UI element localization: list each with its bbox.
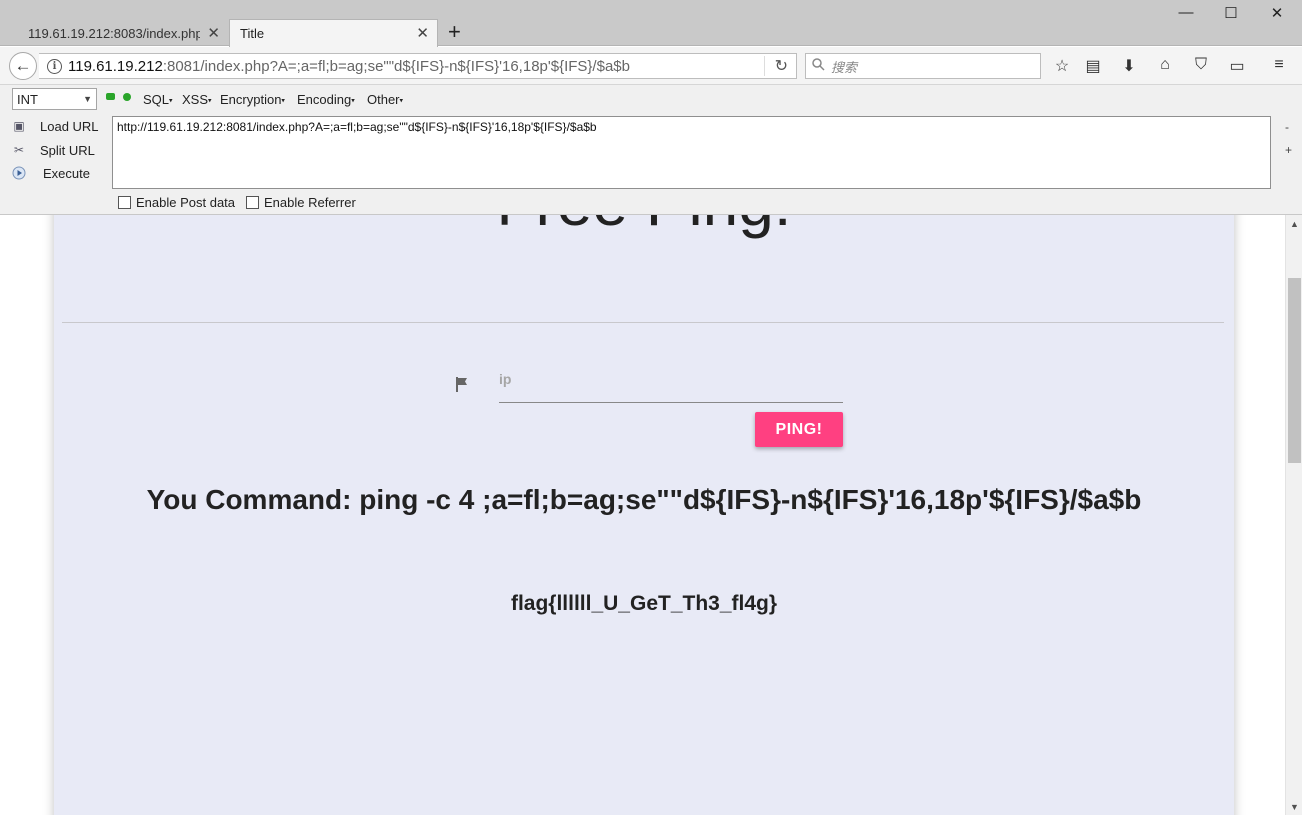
tab-strip: 119.61.19.212:8083/index.php ✕ Title ✕ +… [0,0,1302,47]
star-icon[interactable]: ☆ [1051,56,1073,76]
execute-label: Execute [43,165,90,181]
tab-close-icon[interactable]: ✕ [207,24,220,42]
search-placeholder: 搜索 [831,59,858,75]
close-window-button[interactable]: ✕ [1267,4,1287,22]
split-url-button[interactable]: ✂ Split URL [10,140,95,160]
enable-post-data-checkbox[interactable]: Enable Post data [118,195,235,210]
search-input[interactable]: 搜索 [805,53,1041,79]
split-url-label: Split URL [40,142,95,158]
type-select-value: INT [17,91,38,107]
menu-sql[interactable]: SQL▾ [143,92,173,107]
new-tab-button[interactable]: + [448,20,461,44]
menu-xss[interactable]: XSS▾ [182,92,212,107]
menu-other[interactable]: Other▾ [367,92,403,107]
hackbar-url-textarea[interactable]: http://119.61.19.212:8081/index.php?A=;a… [112,116,1271,189]
decrease-icon[interactable] [106,93,115,100]
increase-icon[interactable] [123,93,131,101]
home-icon[interactable]: ⌂ [1154,56,1176,74]
type-select[interactable]: INT ▼ [12,88,97,110]
tab-close-icon[interactable]: ✕ [416,24,429,42]
page-viewport: Free Ping! ip PING! You Command: ping -c… [0,215,1285,815]
load-url-button[interactable]: ▣ Load URL [10,116,99,136]
play-icon [10,165,28,181]
menu-label: Encryption [220,92,282,107]
tab-label: Title [240,26,265,41]
flag-output: flag{llllll_U_GeT_Th3_fl4g} [510,592,778,615]
scissors-icon: ✂ [13,143,25,157]
checkbox-label: Enable Referrer [264,195,356,210]
shrink-button[interactable]: - [1285,120,1289,134]
page-title: Free Ping! [54,215,1234,240]
vertical-scrollbar[interactable]: ▲ ▼ [1285,215,1302,815]
tab-label: 119.61.19.212:8083/index.php [28,25,200,41]
navigation-toolbar: ← i 119.61.19.212 :8081/index.php?A=;a=f… [0,47,1302,85]
search-icon [812,58,825,74]
menu-label: XSS [182,92,209,107]
content-card: Free Ping! ip PING! You Command: ping -c… [54,215,1234,815]
tab-title[interactable]: Title ✕ [229,19,438,47]
url-path: :8081/index.php?A=;a=fl;b=ag;se""d${IFS}… [162,57,630,75]
menu-label: Encoding [297,92,352,107]
minimize-button[interactable]: — [1176,4,1196,21]
scroll-thumb[interactable] [1288,278,1301,463]
pocket-icon[interactable]: ⛉ [1190,56,1212,74]
ip-label: ip [499,371,512,387]
address-bar[interactable]: i 119.61.19.212 :8081/index.php?A=;a=fl;… [39,53,797,79]
flag-icon [454,376,470,392]
menu-icon[interactable]: ≡ [1268,56,1290,74]
reload-icon[interactable]: ↻ [763,56,788,76]
ping-button[interactable]: PING! [755,412,843,447]
load-url-icon: ▣ [13,119,25,133]
back-arrow-icon: ← [14,56,32,75]
monitor-icon[interactable]: ▭ [1226,56,1248,76]
checkbox-label: Enable Post data [136,195,236,210]
load-url-label: Load URL [40,118,99,134]
menu-label: SQL [143,92,170,107]
scroll-up-icon[interactable]: ▲ [1286,215,1302,232]
execute-button[interactable]: Execute [10,163,90,183]
scroll-down-icon[interactable]: ▼ [1286,798,1302,815]
menu-label: Other [367,92,400,107]
menu-encoding[interactable]: Encoding▾ [297,92,355,107]
reading-list-icon[interactable]: ▤ [1082,56,1104,76]
command-output: You Command: ping -c 4 ;a=fl;b=ag;se""d$… [146,484,1142,515]
tab-index-php[interactable]: 119.61.19.212:8083/index.php ✕ [18,20,228,46]
hackbar-panel: INT ▼ SQL▾ XSS▾ Encryption▾ Encoding▾ Ot… [0,85,1302,215]
back-button[interactable]: ← [9,52,37,80]
chevron-down-icon: ▼ [83,94,92,104]
download-icon[interactable]: ⬇ [1118,56,1140,76]
divider [62,322,1224,323]
checkbox-box[interactable] [118,196,131,209]
checkbox-box[interactable] [246,196,259,209]
url-host: 119.61.19.212 [68,57,163,75]
site-info-icon[interactable]: i [47,58,62,74]
menu-encryption[interactable]: Encryption▾ [220,92,285,107]
maximize-button[interactable]: ☐ [1221,4,1241,22]
enable-referrer-checkbox[interactable]: Enable Referrer [246,195,356,210]
ip-input[interactable]: ip [499,365,843,403]
expand-button[interactable]: + [1285,143,1292,157]
